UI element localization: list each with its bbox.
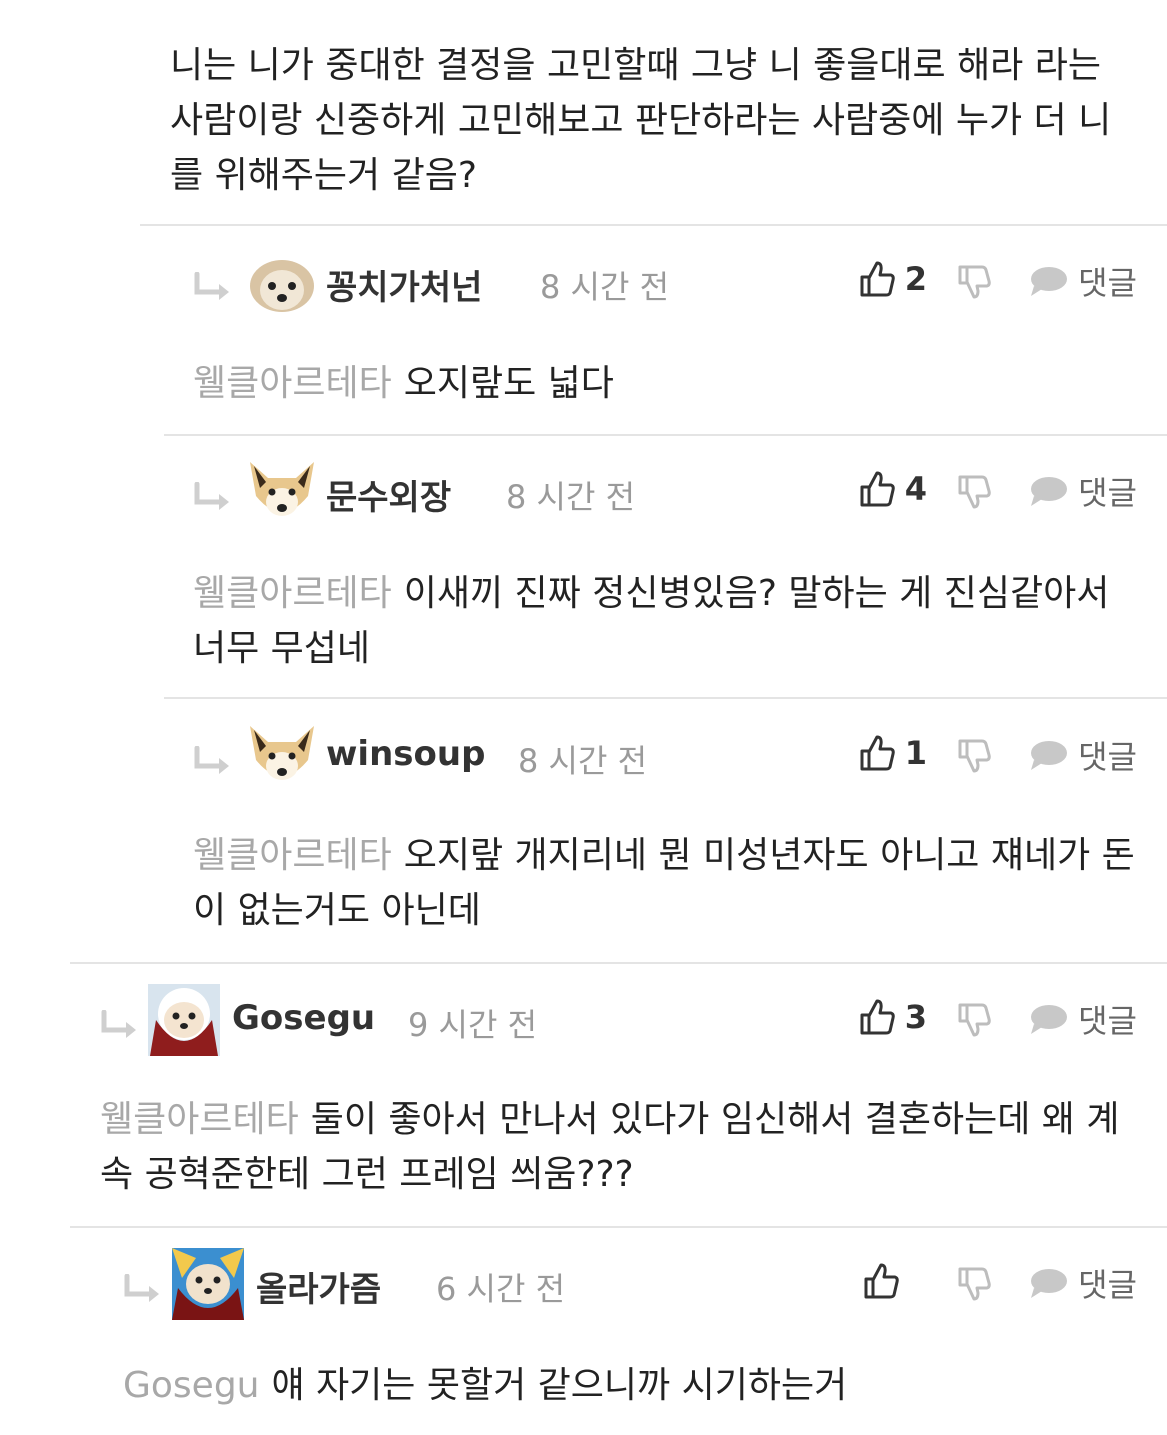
comment-body: 웰클아르테타 둘이 좋아서 만나서 있다가 임신해서 결혼하는데 왜 계속 공혁준… — [100, 1092, 1130, 1202]
comment-item: Gosegu 9 시간 전 3 댓글 웰클아르테타 둘이 좋아서 만나서 있다가 … — [0, 984, 1167, 1224]
reply-button[interactable]: 댓글 — [1028, 1260, 1137, 1306]
comment-time: 8 시간 전 — [506, 478, 636, 516]
reply-button[interactable]: 댓글 — [1028, 258, 1137, 304]
reply-label: 댓글 — [1078, 738, 1137, 776]
mention-tag[interactable]: 웰클아르테타 — [193, 835, 392, 876]
reply-label: 댓글 — [1078, 1266, 1137, 1304]
like-button[interactable]: 3 — [859, 998, 927, 1036]
divider — [70, 1226, 1167, 1228]
avatar[interactable] — [246, 456, 318, 528]
like-count: 2 — [904, 260, 927, 298]
mention-tag[interactable]: Gosegu — [123, 1365, 260, 1406]
thumbs-down-icon — [958, 265, 991, 299]
avatar[interactable] — [148, 984, 220, 1056]
comment-item: 올라가즘 6 시간 전 댓글 Gosegu 얘 자기는 못할거 같으니까 시기하는… — [0, 1248, 1167, 1428]
avatar[interactable] — [172, 1248, 244, 1320]
thumbs-down-icon — [958, 1267, 991, 1301]
like-count: 1 — [904, 734, 927, 772]
avatar[interactable] — [246, 720, 318, 792]
dislike-button[interactable] — [957, 1002, 991, 1042]
comment-header: 올라가즘 6 시간 전 댓글 — [0, 1248, 1167, 1328]
divider — [140, 224, 1167, 226]
comment-header: 문수외장 8 시간 전 4 댓글 — [0, 456, 1167, 536]
thumbs-down-icon — [958, 1003, 991, 1037]
thumbs-up-icon — [860, 999, 895, 1035]
speech-bubble-icon — [1031, 267, 1068, 296]
speech-bubble-icon — [1031, 1005, 1068, 1034]
parent-comment-text: 니는 니가 중대한 결정을 고민할때 그냥 니 좋을대로 해라 라는 사람이랑 … — [170, 45, 1112, 196]
speech-bubble-icon — [1031, 477, 1068, 506]
divider — [70, 962, 1167, 964]
comment-header: Gosegu 9 시간 전 3 댓글 — [0, 984, 1167, 1064]
reply-label: 댓글 — [1078, 474, 1137, 512]
reply-label: 댓글 — [1078, 264, 1137, 302]
comment-time: 9 시간 전 — [408, 1006, 538, 1044]
thumbs-up-icon — [860, 471, 895, 507]
thumbs-up-icon — [860, 261, 895, 297]
comment-time: 6 시간 전 — [436, 1270, 566, 1308]
comment-header: 꽁치가처넌 8 시간 전 2 댓글 — [0, 246, 1167, 326]
speech-bubble-icon — [1031, 1269, 1068, 1298]
mention-tag[interactable]: 웰클아르테타 — [193, 573, 392, 614]
reply-button[interactable]: 댓글 — [1028, 996, 1137, 1042]
thumbs-up-icon — [860, 735, 895, 771]
like-button[interactable]: 4 — [859, 470, 927, 508]
like-count: 3 — [904, 998, 927, 1036]
comment-item: 꽁치가처넌 8 시간 전 2 댓글 웰클아르테타 오지랖도 넓다 — [0, 246, 1167, 436]
comment-text: 오지랖도 넓다 — [403, 363, 614, 404]
comment-text: 얘 자기는 못할거 같으니까 시기하는거 — [271, 1365, 848, 1406]
mention-tag[interactable]: 웰클아르테타 — [193, 363, 392, 404]
comment-item: winsoup 8 시간 전 1 댓글 웰클아르테타 오지랖 개지리네 뭔 미성년… — [0, 720, 1167, 960]
reply-arrow-icon — [194, 482, 229, 510]
like-button[interactable]: 2 — [859, 260, 927, 298]
speech-bubble-icon — [1031, 741, 1068, 770]
divider — [164, 434, 1167, 436]
dislike-button[interactable] — [957, 264, 991, 304]
reply-label: 댓글 — [1078, 1002, 1137, 1040]
comment-time: 8 시간 전 — [518, 742, 648, 780]
like-button[interactable] — [863, 1262, 927, 1300]
comment-body: 웰클아르테타 이새끼 진짜 정신병있음? 말하는 게 진심같아서 너무 무섭네 — [193, 566, 1143, 676]
dislike-button[interactable] — [957, 738, 991, 778]
reply-arrow-icon — [194, 746, 229, 774]
comment-author[interactable]: 꽁치가처넌 — [326, 260, 482, 309]
dislike-button[interactable] — [957, 474, 991, 514]
comment-author[interactable]: winsoup — [326, 734, 485, 774]
comment-time: 8 시간 전 — [540, 268, 670, 306]
comment-body: Gosegu 얘 자기는 못할거 같으니까 시기하는거 — [123, 1358, 1133, 1413]
reply-arrow-icon — [124, 1274, 159, 1302]
comment-author[interactable]: 올라가즘 — [256, 1262, 381, 1311]
comment-author[interactable]: Gosegu — [232, 998, 375, 1038]
dislike-button[interactable] — [957, 1266, 991, 1306]
avatar[interactable] — [246, 246, 318, 318]
comment-body: 웰클아르테타 오지랖도 넓다 — [193, 356, 1143, 411]
reply-arrow-icon — [101, 1010, 136, 1038]
like-count: 4 — [904, 470, 927, 508]
comment-author[interactable]: 문수외장 — [326, 470, 451, 519]
thumbs-down-icon — [958, 739, 991, 773]
like-button[interactable]: 1 — [859, 734, 927, 772]
mention-tag[interactable]: 웰클아르테타 — [100, 1099, 299, 1140]
divider — [164, 697, 1167, 699]
reply-arrow-icon — [194, 272, 229, 300]
thumbs-up-icon — [864, 1263, 899, 1299]
comment-body: 웰클아르테타 오지랖 개지리네 뭔 미성년자도 아니고 쟤네가 돈이 없는거도 아… — [193, 828, 1143, 938]
thumbs-down-icon — [958, 475, 991, 509]
reply-button[interactable]: 댓글 — [1028, 468, 1137, 514]
comment-item: 문수외장 8 시간 전 4 댓글 웰클아르테타 이새끼 진짜 정신병있음? 말하는… — [0, 456, 1167, 696]
comment-header: winsoup 8 시간 전 1 댓글 — [0, 720, 1167, 800]
reply-button[interactable]: 댓글 — [1028, 732, 1137, 778]
